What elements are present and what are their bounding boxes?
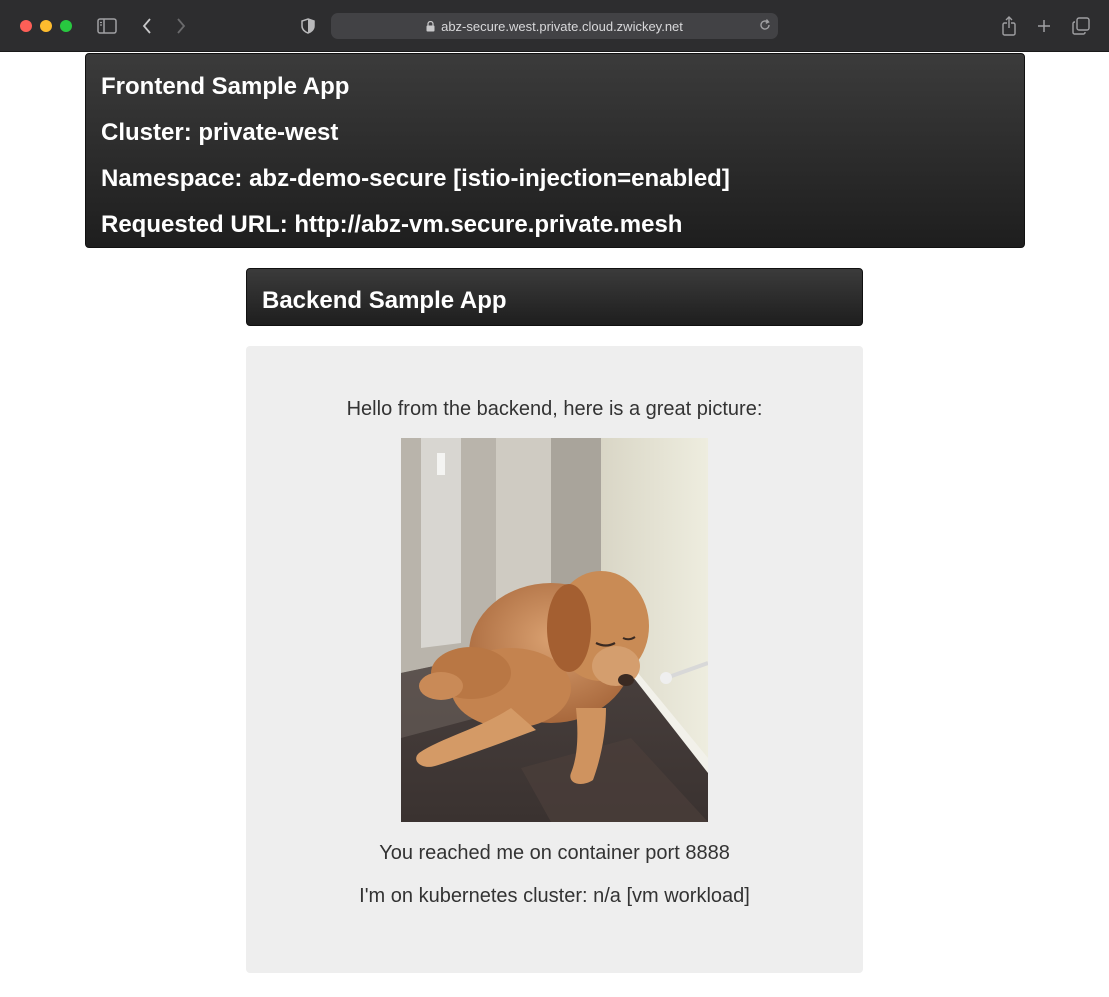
backend-cluster-line: I'm on kubernetes cluster: n/a [vm workl… [359, 885, 750, 907]
backend-greeting: Hello from the backend, here is a great … [346, 398, 763, 420]
forward-icon[interactable] [173, 14, 189, 38]
tabs-overview-icon[interactable] [1071, 14, 1091, 38]
address-bar[interactable]: abz-secure.west.private.cloud.zwickey.ne… [331, 13, 778, 39]
frontend-title: Frontend Sample App [101, 73, 350, 100]
minimize-window-button[interactable] [40, 20, 52, 32]
frontend-requested-url: Requested URL: http://abz-vm.secure.priv… [101, 211, 683, 238]
lock-icon [426, 20, 435, 32]
new-tab-icon[interactable] [1035, 14, 1053, 38]
browser-toolbar: abz-secure.west.private.cloud.zwickey.ne… [0, 0, 1109, 52]
share-icon[interactable] [999, 14, 1019, 38]
backend-header: Backend Sample App [246, 268, 863, 326]
back-icon[interactable] [139, 14, 155, 38]
backend-content-panel: Hello from the backend, here is a great … [246, 346, 863, 973]
shield-icon[interactable] [299, 14, 317, 38]
frontend-header: Frontend Sample App Cluster: private-wes… [85, 53, 1025, 248]
frontend-namespace: Namespace: abz-demo-secure [istio-inject… [101, 165, 730, 192]
puppy-photo [401, 438, 708, 822]
url-text: abz-secure.west.private.cloud.zwickey.ne… [441, 18, 683, 34]
sidebar-icon[interactable] [96, 14, 118, 38]
zoom-window-button[interactable] [60, 20, 72, 32]
backend-port-line: You reached me on container port 8888 [379, 842, 730, 864]
close-window-button[interactable] [20, 20, 32, 32]
frontend-cluster: Cluster: private-west [101, 119, 339, 146]
reload-icon[interactable] [758, 18, 772, 32]
backend-title: Backend Sample App [262, 287, 507, 314]
